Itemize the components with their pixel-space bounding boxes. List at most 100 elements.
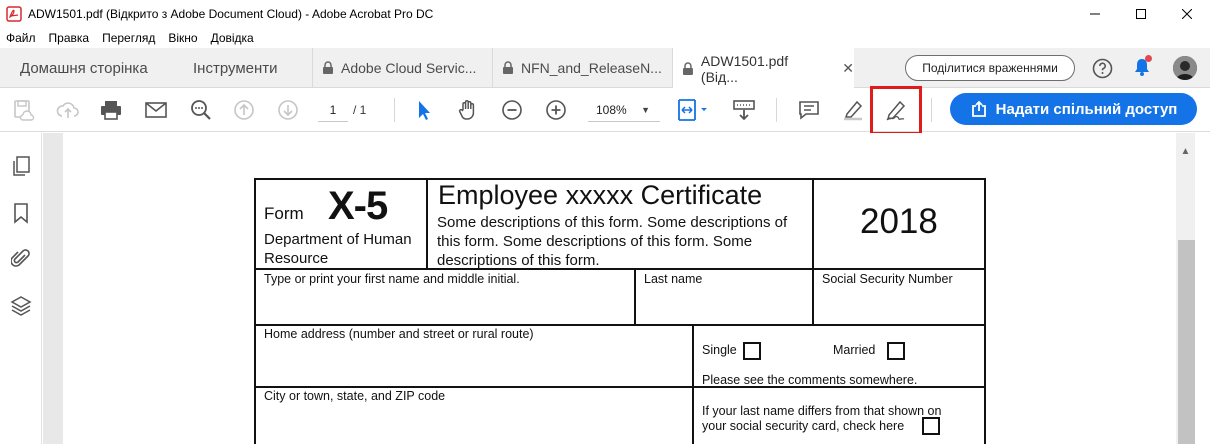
lock-icon — [323, 61, 333, 74]
pages-panel-button[interactable] — [10, 155, 32, 177]
highlight-annotation-box — [870, 86, 922, 135]
comment-icon — [799, 101, 819, 120]
menu-view[interactable]: Перегляд — [102, 31, 155, 45]
layers-panel-button[interactable] — [10, 295, 32, 317]
feedback-button[interactable]: Поділитися враженнями — [905, 55, 1075, 81]
minimize-icon — [1090, 13, 1100, 15]
tab-close-icon[interactable]: ✕ — [842, 60, 854, 77]
page-total: / 1 — [353, 103, 367, 117]
tab-file-3-active[interactable]: ADW1501.pdf (Від... ✕ — [672, 48, 854, 89]
save-cloud-button[interactable] — [11, 98, 35, 122]
scroll-mode-icon — [733, 100, 755, 121]
chevron-down-icon: ▼ — [641, 105, 650, 115]
save-cloud-icon — [14, 100, 35, 121]
tab-home[interactable]: Домашня сторінка — [20, 48, 148, 88]
home-address-label: Home address (number and street or rural… — [264, 327, 534, 341]
title-bar: ADW1501.pdf (Відкрито з Adobe Document C… — [0, 0, 1210, 28]
zoom-in-button[interactable] — [544, 98, 568, 122]
zoom-select[interactable]: 108% ▼ — [588, 98, 660, 122]
form-divider — [256, 386, 986, 388]
comment-button[interactable] — [797, 98, 821, 122]
highlight-button[interactable] — [841, 98, 865, 122]
zoom-out-icon — [502, 100, 522, 120]
zoom-in-icon — [546, 100, 566, 120]
married-checkbox[interactable] — [887, 342, 905, 360]
attachment-icon — [11, 249, 30, 267]
help-icon[interactable] — [1092, 58, 1113, 79]
email-button[interactable] — [144, 98, 168, 122]
scroll-up-arrow-icon[interactable]: ▲ — [1176, 142, 1195, 160]
minimize-button[interactable] — [1072, 0, 1118, 28]
zoom-out-button[interactable] — [500, 98, 524, 122]
window-title: ADW1501.pdf (Відкрито з Adobe Document C… — [28, 7, 434, 21]
acrobat-icon — [6, 6, 22, 22]
page-up-button[interactable] — [232, 98, 256, 122]
tab-bar: Домашня сторінка Інструменти Adobe Cloud… — [0, 48, 1210, 89]
share-button[interactable]: Надати спільний доступ — [950, 93, 1197, 125]
form-word: Form — [264, 204, 304, 223]
tab-file-2[interactable]: NFN_and_ReleaseN... — [492, 48, 672, 88]
page-down-button[interactable] — [276, 98, 300, 122]
lock-icon — [682, 61, 693, 75]
fit-page-icon — [678, 99, 707, 121]
hand-tool-button[interactable] — [456, 98, 480, 122]
search-zoom-icon — [191, 100, 211, 120]
last-name-note-line2: your social security card, check here — [702, 419, 905, 433]
comments-note: Please see the comments somewhere. — [702, 373, 918, 387]
fit-page-button[interactable] — [676, 98, 710, 122]
scrollbar-right-margin — [1195, 133, 1210, 444]
select-tool-button[interactable] — [412, 98, 436, 122]
highlight-icon — [844, 100, 863, 121]
single-checkbox[interactable] — [743, 342, 761, 360]
email-icon — [145, 102, 167, 118]
form-divider — [256, 324, 986, 326]
print-icon — [101, 101, 121, 120]
tab-file-label: Adobe Cloud Servic... — [341, 60, 477, 76]
form-divider — [426, 180, 428, 269]
menu-file[interactable]: Файл — [6, 31, 36, 45]
form-divider — [256, 268, 986, 270]
menu-edit[interactable]: Правка — [49, 31, 90, 45]
scrollbar-thumb[interactable] — [1178, 240, 1195, 444]
tab-file-label: NFN_and_ReleaseN... — [521, 60, 662, 76]
form-divider — [634, 269, 636, 326]
form-divider — [692, 325, 694, 444]
last-name-note-line1: If your last name differs from that show… — [702, 404, 942, 418]
page-down-icon — [278, 100, 298, 120]
share-button-label: Надати спільний доступ — [995, 100, 1178, 118]
page-up-icon — [234, 100, 254, 120]
scroll-mode-button[interactable] — [732, 98, 756, 122]
last-name-differs-checkbox[interactable] — [922, 417, 940, 435]
menu-window[interactable]: Вікно — [168, 31, 197, 45]
attachments-panel-button[interactable] — [10, 248, 32, 270]
page-number-input[interactable]: 1 — [318, 98, 348, 122]
close-button[interactable] — [1164, 0, 1210, 28]
menu-help[interactable]: Довідка — [211, 31, 254, 45]
select-cursor-icon — [419, 101, 430, 120]
user-avatar-icon — [1173, 56, 1197, 80]
married-label: Married — [833, 343, 876, 357]
single-label: Single — [702, 343, 737, 357]
tab-tools[interactable]: Інструменти — [193, 48, 278, 88]
tab-file-1[interactable]: Adobe Cloud Servic... — [312, 48, 492, 88]
city-label: City or town, state, and ZIP code — [264, 389, 446, 403]
print-button[interactable] — [99, 98, 123, 122]
lock-icon — [503, 61, 513, 74]
maximize-icon — [1136, 9, 1146, 19]
toolbar-divider — [776, 98, 777, 122]
form-year: 2018 — [860, 202, 938, 241]
toolbar-divider — [931, 98, 932, 122]
search-button[interactable] — [189, 98, 213, 122]
maximize-button[interactable] — [1118, 0, 1164, 28]
close-icon — [1182, 9, 1192, 19]
ssn-label: Social Security Number — [822, 272, 953, 286]
last-name-label: Last name — [644, 272, 703, 286]
avatar[interactable] — [1173, 56, 1197, 80]
form-divider — [812, 180, 814, 326]
first-name-label: Type or print your first name and middle… — [264, 272, 520, 286]
menu-bar: Файл Правка Перегляд Вікно Довідка — [0, 28, 1210, 48]
upload-button[interactable] — [56, 98, 80, 122]
pages-icon — [13, 156, 30, 176]
left-rail — [0, 133, 42, 444]
bookmarks-panel-button[interactable] — [10, 202, 32, 224]
